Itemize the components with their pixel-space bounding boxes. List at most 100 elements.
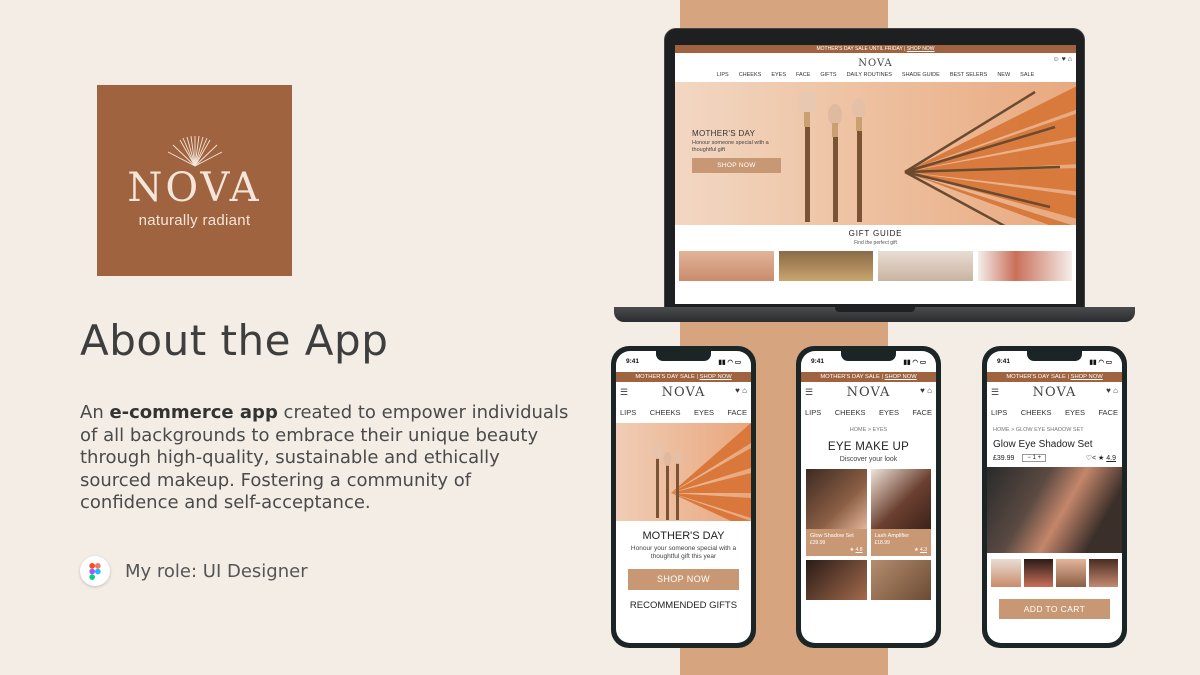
heart-icon[interactable]: ♥ — [1062, 56, 1066, 63]
product-price: £39.99 — [810, 540, 826, 546]
gift-thumbnails — [675, 246, 1076, 281]
product-name: Lash Amplifier — [874, 533, 910, 539]
nav-cheeks[interactable]: CHEEKS — [1021, 403, 1052, 423]
bag-icon[interactable]: ⌂ — [742, 386, 747, 395]
product-grid: Glow Shadow Set £39.99 ★ 4.8 Lash Amplif… — [801, 463, 936, 556]
laptop-base — [614, 307, 1135, 322]
nav-face[interactable]: FACE — [727, 403, 747, 423]
hero-banner: MOTHER'S DAY Honour someone special with… — [675, 82, 1076, 225]
heart-icon[interactable]: ♥ — [920, 386, 925, 395]
nav-face[interactable]: FACE — [796, 68, 810, 82]
nav-shade-guide[interactable]: SHADE GUIDE — [902, 68, 940, 82]
phone-mockup-category: 9:41 ▮▮ ◠ ▭ MOTHER'S DAY SALE | SHOP NOW … — [796, 346, 941, 648]
product-price: £39.99 — [993, 454, 1015, 462]
sunburst-icon — [167, 135, 222, 167]
shop-now-link[interactable]: SHOP NOW — [907, 46, 935, 52]
category-nav: LIPS CHEEKS EYES FACE — [987, 403, 1122, 423]
app-logo[interactable]: NOVA — [662, 385, 706, 400]
announcement-bar: MOTHER'S DAY SALE UNTIL FRIDAY | SHOP NO… — [675, 45, 1076, 53]
shop-now-link[interactable]: SHOP NOW — [700, 374, 732, 380]
app-logo[interactable]: NOVA — [847, 385, 891, 400]
announcement-bar: MOTHER'S DAY SALE | SHOP NOW — [987, 372, 1122, 382]
highlight-ecommerce: e-commerce app — [109, 402, 278, 423]
brand-tagline: naturally radiant — [138, 212, 251, 229]
add-to-cart-button[interactable]: ADD TO CART — [999, 599, 1110, 619]
announcement-bar: MOTHER'S DAY SALE | SHOP NOW — [616, 372, 751, 382]
menu-icon[interactable]: ☰ — [805, 387, 813, 398]
figma-icon — [80, 556, 110, 586]
app-header: ☰ NOVA ♥ ⌂ — [987, 382, 1122, 403]
product-card[interactable]: Lash Amplifier £18.99 ★ 4.3 — [870, 469, 931, 556]
product-image — [870, 469, 931, 529]
nav-eyes[interactable]: EYES — [879, 403, 899, 423]
nav-eyes[interactable]: EYES — [694, 403, 714, 423]
product-main-image — [987, 467, 1122, 553]
nav-lips[interactable]: LIPS — [805, 403, 821, 423]
laptop-mockup: MOTHER'S DAY SALE UNTIL FRIDAY | SHOP NO… — [664, 28, 1085, 308]
thumbnail[interactable] — [991, 559, 1021, 587]
hero-subtitle: Honour someone special with a thoughtful… — [692, 140, 769, 153]
nav-gifts[interactable]: GIFTS — [820, 68, 836, 82]
phone-mockup-product: 9:41 ▮▮ ◠ ▭ MOTHER'S DAY SALE | SHOP NOW … — [982, 346, 1127, 648]
category-nav: LIPS CHEEKS EYES FACE — [616, 403, 751, 423]
product-thumbnails — [987, 553, 1122, 587]
product-card[interactable]: Glow Shadow Set £39.99 ★ 4.8 — [806, 469, 867, 556]
nav-best-sellers[interactable]: BEST SELERS — [950, 68, 988, 82]
heart-icon[interactable]: ♥ — [1106, 386, 1111, 395]
gift-thumb-hands[interactable] — [878, 251, 973, 281]
menu-icon[interactable]: ☰ — [991, 387, 999, 398]
heart-icon[interactable]: ♥ — [735, 386, 740, 395]
thumbnail[interactable] — [1023, 559, 1053, 587]
role-row: My role: UI Designer — [80, 556, 308, 586]
product-rating: ★ 4.3 — [914, 547, 927, 553]
thumbnail[interactable] — [1056, 559, 1086, 587]
breadcrumb[interactable]: HOME > EYES — [801, 427, 936, 433]
gift-thumb-flowers[interactable] — [778, 251, 873, 281]
product-rating: ★ 4.8 — [849, 547, 863, 553]
hero-shop-now-button[interactable]: SHOP NOW — [692, 158, 781, 173]
product-rating[interactable]: 4.9 — [1106, 455, 1116, 462]
nav-new[interactable]: NEW — [997, 68, 1010, 82]
shop-now-link[interactable]: SHOP NOW — [1071, 374, 1103, 380]
promo-subtitle: Honour your someone special with a thoug… — [630, 545, 737, 560]
nav-cheeks[interactable]: CHEEKS — [650, 403, 681, 423]
announcement-bar: MOTHER'S DAY SALE | SHOP NOW — [801, 372, 936, 382]
app-description: An e-commerce app created to empower ind… — [80, 402, 569, 513]
site-logo[interactable]: NOVA — [858, 58, 893, 69]
nav-lips[interactable]: LIPS — [620, 403, 636, 423]
recommended-gifts-title: RECOMMENDED GIFTS — [629, 600, 738, 611]
nav-daily-routines[interactable]: DAILY ROUTINES — [847, 68, 892, 82]
gift-thumb-skin[interactable] — [679, 251, 774, 281]
shop-now-link[interactable]: SHOP NOW — [885, 374, 917, 380]
bag-icon[interactable]: ⌂ — [1068, 56, 1072, 63]
thumbnail[interactable] — [1088, 559, 1118, 587]
nav-cheeks[interactable]: CHEEKS — [739, 68, 762, 82]
gift-guide-section: GIFT GUIDE Find the perfect gift — [675, 225, 1076, 246]
nav-lips[interactable]: LIPS — [717, 68, 729, 82]
nav-sale[interactable]: SALE — [1020, 68, 1034, 82]
product-card[interactable] — [806, 560, 867, 600]
bag-icon[interactable]: ⌂ — [927, 386, 932, 395]
bag-icon[interactable]: ⌂ — [1113, 386, 1118, 395]
role-text: My role: UI Designer — [125, 560, 308, 582]
product-card[interactable] — [870, 560, 931, 600]
product-name: Glow Shadow Set — [810, 533, 854, 539]
product-image — [806, 469, 867, 529]
desktop-nav: LIPS CHEEKS EYES FACE GIFTS DAILY ROUTIN… — [675, 68, 1076, 82]
gift-thumb-palette[interactable] — [977, 251, 1072, 281]
nav-cheeks[interactable]: CHEEKS — [835, 403, 866, 423]
nav-eyes[interactable]: EYES — [1065, 403, 1085, 423]
nav-lips[interactable]: LIPS — [991, 403, 1007, 423]
nav-face[interactable]: FACE — [1098, 403, 1118, 423]
hero-image — [616, 423, 751, 521]
nav-face[interactable]: FACE — [912, 403, 932, 423]
nav-eyes[interactable]: EYES — [771, 68, 786, 82]
quantity-stepper[interactable]: − 1 + — [1022, 454, 1047, 462]
account-icon[interactable]: ☺ — [1053, 56, 1060, 63]
share-icon[interactable]: < — [1092, 455, 1096, 462]
brand-wordmark: NOVA — [127, 165, 262, 211]
shop-now-button[interactable]: SHOP NOW — [628, 569, 739, 590]
menu-icon[interactable]: ☰ — [620, 387, 628, 398]
category-subtitle: Discover your look — [839, 456, 898, 463]
app-logo[interactable]: NOVA — [1033, 385, 1077, 400]
